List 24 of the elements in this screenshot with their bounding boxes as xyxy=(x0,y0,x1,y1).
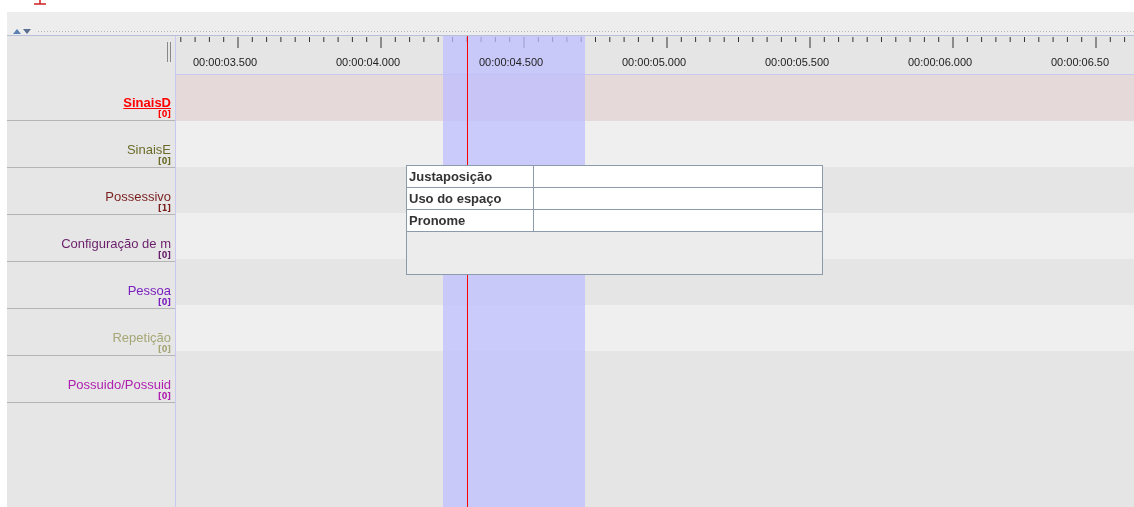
annotation-count: [0] xyxy=(158,251,171,260)
tier-name: Pessoa xyxy=(127,283,171,298)
time-label: 00:00:05.000 xyxy=(622,56,687,68)
row-label: Uso do espaço xyxy=(407,188,534,209)
tier-name: SinaisD xyxy=(123,95,171,110)
time-label: 00:00:05.500 xyxy=(765,56,830,68)
time-label: 00:00:04.000 xyxy=(336,56,401,68)
time-label: 00:00:06.50 xyxy=(1051,56,1110,68)
annotation-count: [0] xyxy=(158,345,171,354)
annotation-count: [0] xyxy=(158,298,171,307)
time-label: 00:00:04.500 xyxy=(479,56,544,68)
time-label: 00:00:03.500 xyxy=(193,56,258,68)
time-label: 00:00:06.000 xyxy=(908,56,973,68)
tier-name: Possuido/Possuid xyxy=(67,377,171,392)
annotation-count: [0] xyxy=(158,110,171,119)
tier-name: Possessivo xyxy=(105,189,171,204)
tier-name: Configuração de m xyxy=(61,236,171,251)
annotation-count: [0] xyxy=(158,392,171,401)
row-label: Justaposição xyxy=(407,166,534,187)
tier-name: SinaisE xyxy=(126,142,171,157)
tier-name: Repetição xyxy=(112,330,171,345)
row-label: Pronome xyxy=(407,210,534,231)
annotation-count: [0] xyxy=(158,157,171,166)
annotation-count: [1] xyxy=(158,204,171,213)
